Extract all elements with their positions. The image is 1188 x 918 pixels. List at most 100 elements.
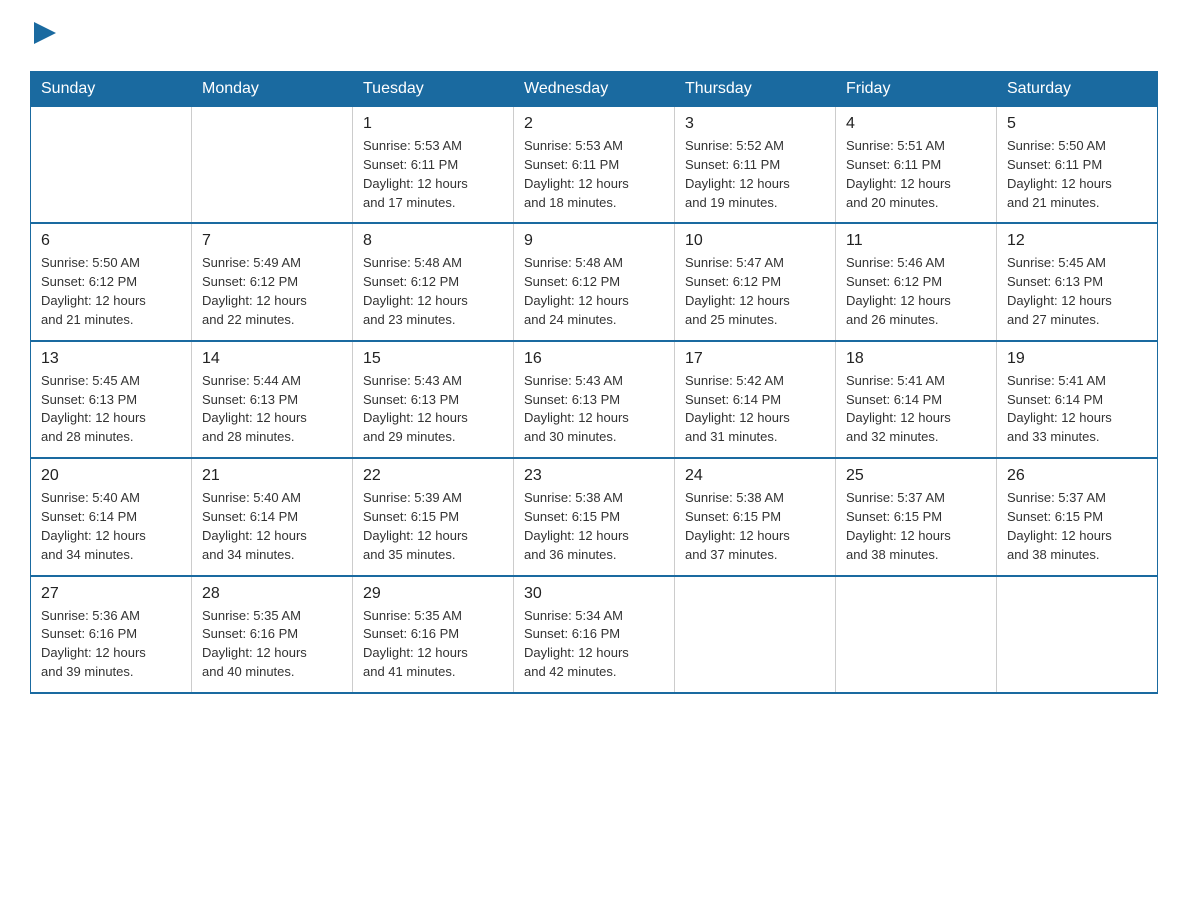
day-info: Sunrise: 5:50 AM Sunset: 6:11 PM Dayligh… (1007, 137, 1147, 212)
calendar-cell: 12 Sunrise: 5:45 AM Sunset: 6:13 PM Dayli… (997, 223, 1158, 340)
day-number: 9 (524, 232, 664, 250)
weekday-header-saturday: Saturday (997, 72, 1158, 107)
day-info: Sunrise: 5:48 AM Sunset: 6:12 PM Dayligh… (524, 254, 664, 329)
day-info: Sunrise: 5:40 AM Sunset: 6:14 PM Dayligh… (41, 489, 181, 564)
calendar-table: SundayMondayTuesdayWednesdayThursdayFrid… (30, 71, 1158, 694)
day-info: Sunrise: 5:35 AM Sunset: 6:16 PM Dayligh… (202, 607, 342, 682)
day-number: 26 (1007, 467, 1147, 485)
day-number: 17 (685, 350, 825, 368)
calendar-week-row: 6 Sunrise: 5:50 AM Sunset: 6:12 PM Daylig… (31, 223, 1158, 340)
logo (30, 20, 56, 53)
calendar-cell: 28 Sunrise: 5:35 AM Sunset: 6:16 PM Dayli… (192, 576, 353, 693)
calendar-cell: 25 Sunrise: 5:37 AM Sunset: 6:15 PM Dayli… (836, 458, 997, 575)
day-info: Sunrise: 5:53 AM Sunset: 6:11 PM Dayligh… (524, 137, 664, 212)
calendar-cell: 23 Sunrise: 5:38 AM Sunset: 6:15 PM Dayli… (514, 458, 675, 575)
day-info: Sunrise: 5:43 AM Sunset: 6:13 PM Dayligh… (524, 372, 664, 447)
calendar-cell (192, 107, 353, 224)
weekday-header-row: SundayMondayTuesdayWednesdayThursdayFrid… (31, 72, 1158, 107)
day-number: 4 (846, 115, 986, 133)
day-info: Sunrise: 5:34 AM Sunset: 6:16 PM Dayligh… (524, 607, 664, 682)
calendar-cell: 30 Sunrise: 5:34 AM Sunset: 6:16 PM Dayli… (514, 576, 675, 693)
calendar-cell: 8Sunrise: 5:48 AM Sunset: 6:12 PM Daylig… (353, 223, 514, 340)
calendar-cell: 2Sunrise: 5:53 AM Sunset: 6:11 PM Daylig… (514, 107, 675, 224)
day-number: 3 (685, 115, 825, 133)
calendar-cell: 14 Sunrise: 5:44 AM Sunset: 6:13 PM Dayli… (192, 341, 353, 458)
calendar-cell (675, 576, 836, 693)
day-number: 13 (41, 350, 181, 368)
calendar-cell: 10 Sunrise: 5:47 AM Sunset: 6:12 PM Dayli… (675, 223, 836, 340)
day-info: Sunrise: 5:41 AM Sunset: 6:14 PM Dayligh… (846, 372, 986, 447)
day-number: 29 (363, 585, 503, 603)
calendar-cell: 17 Sunrise: 5:42 AM Sunset: 6:14 PM Dayli… (675, 341, 836, 458)
calendar-cell: 24Sunrise: 5:38 AM Sunset: 6:15 PM Dayli… (675, 458, 836, 575)
day-number: 12 (1007, 232, 1147, 250)
calendar-cell: 19Sunrise: 5:41 AM Sunset: 6:14 PM Dayli… (997, 341, 1158, 458)
calendar-header: SundayMondayTuesdayWednesdayThursdayFrid… (31, 72, 1158, 107)
day-info: Sunrise: 5:46 AM Sunset: 6:12 PM Dayligh… (846, 254, 986, 329)
calendar-cell: 3 Sunrise: 5:52 AM Sunset: 6:11 PM Daylig… (675, 107, 836, 224)
calendar-cell: 6 Sunrise: 5:50 AM Sunset: 6:12 PM Daylig… (31, 223, 192, 340)
day-number: 14 (202, 350, 342, 368)
day-number: 8 (363, 232, 503, 250)
calendar-week-row: 20 Sunrise: 5:40 AM Sunset: 6:14 PM Dayli… (31, 458, 1158, 575)
day-info: Sunrise: 5:47 AM Sunset: 6:12 PM Dayligh… (685, 254, 825, 329)
day-number: 16 (524, 350, 664, 368)
calendar-week-row: 13 Sunrise: 5:45 AM Sunset: 6:13 PM Dayli… (31, 341, 1158, 458)
calendar-cell: 27 Sunrise: 5:36 AM Sunset: 6:16 PM Dayli… (31, 576, 192, 693)
day-info: Sunrise: 5:45 AM Sunset: 6:13 PM Dayligh… (41, 372, 181, 447)
weekday-header-friday: Friday (836, 72, 997, 107)
calendar-cell: 5Sunrise: 5:50 AM Sunset: 6:11 PM Daylig… (997, 107, 1158, 224)
day-number: 15 (363, 350, 503, 368)
day-number: 20 (41, 467, 181, 485)
calendar-week-row: 1Sunrise: 5:53 AM Sunset: 6:11 PM Daylig… (31, 107, 1158, 224)
calendar-cell: 4 Sunrise: 5:51 AM Sunset: 6:11 PM Daylig… (836, 107, 997, 224)
calendar-cell: 18Sunrise: 5:41 AM Sunset: 6:14 PM Dayli… (836, 341, 997, 458)
day-info: Sunrise: 5:44 AM Sunset: 6:13 PM Dayligh… (202, 372, 342, 447)
weekday-header-tuesday: Tuesday (353, 72, 514, 107)
day-info: Sunrise: 5:40 AM Sunset: 6:14 PM Dayligh… (202, 489, 342, 564)
day-info: Sunrise: 5:35 AM Sunset: 6:16 PM Dayligh… (363, 607, 503, 682)
day-number: 23 (524, 467, 664, 485)
day-number: 7 (202, 232, 342, 250)
day-number: 25 (846, 467, 986, 485)
day-info: Sunrise: 5:42 AM Sunset: 6:14 PM Dayligh… (685, 372, 825, 447)
calendar-body: 1Sunrise: 5:53 AM Sunset: 6:11 PM Daylig… (31, 107, 1158, 693)
day-number: 24 (685, 467, 825, 485)
day-info: Sunrise: 5:43 AM Sunset: 6:13 PM Dayligh… (363, 372, 503, 447)
logo-triangle-icon (34, 22, 56, 44)
day-info: Sunrise: 5:50 AM Sunset: 6:12 PM Dayligh… (41, 254, 181, 329)
weekday-header-monday: Monday (192, 72, 353, 107)
day-number: 10 (685, 232, 825, 250)
weekday-header-thursday: Thursday (675, 72, 836, 107)
day-info: Sunrise: 5:37 AM Sunset: 6:15 PM Dayligh… (1007, 489, 1147, 564)
day-number: 11 (846, 232, 986, 250)
calendar-cell (997, 576, 1158, 693)
day-info: Sunrise: 5:39 AM Sunset: 6:15 PM Dayligh… (363, 489, 503, 564)
calendar-cell: 20 Sunrise: 5:40 AM Sunset: 6:14 PM Dayli… (31, 458, 192, 575)
day-number: 22 (363, 467, 503, 485)
day-info: Sunrise: 5:41 AM Sunset: 6:14 PM Dayligh… (1007, 372, 1147, 447)
calendar-cell: 26 Sunrise: 5:37 AM Sunset: 6:15 PM Dayli… (997, 458, 1158, 575)
day-info: Sunrise: 5:45 AM Sunset: 6:13 PM Dayligh… (1007, 254, 1147, 329)
page-header (30, 20, 1158, 53)
calendar-cell: 16 Sunrise: 5:43 AM Sunset: 6:13 PM Dayli… (514, 341, 675, 458)
day-number: 27 (41, 585, 181, 603)
calendar-cell: 21Sunrise: 5:40 AM Sunset: 6:14 PM Dayli… (192, 458, 353, 575)
calendar-cell: 29 Sunrise: 5:35 AM Sunset: 6:16 PM Dayli… (353, 576, 514, 693)
day-number: 28 (202, 585, 342, 603)
calendar-week-row: 27 Sunrise: 5:36 AM Sunset: 6:16 PM Dayli… (31, 576, 1158, 693)
day-number: 30 (524, 585, 664, 603)
day-info: Sunrise: 5:49 AM Sunset: 6:12 PM Dayligh… (202, 254, 342, 329)
calendar-cell: 13 Sunrise: 5:45 AM Sunset: 6:13 PM Dayli… (31, 341, 192, 458)
calendar-cell: 11 Sunrise: 5:46 AM Sunset: 6:12 PM Dayli… (836, 223, 997, 340)
day-number: 6 (41, 232, 181, 250)
day-info: Sunrise: 5:51 AM Sunset: 6:11 PM Dayligh… (846, 137, 986, 212)
calendar-cell: 15 Sunrise: 5:43 AM Sunset: 6:13 PM Dayli… (353, 341, 514, 458)
day-info: Sunrise: 5:36 AM Sunset: 6:16 PM Dayligh… (41, 607, 181, 682)
weekday-header-wednesday: Wednesday (514, 72, 675, 107)
calendar-cell: 9 Sunrise: 5:48 AM Sunset: 6:12 PM Daylig… (514, 223, 675, 340)
day-info: Sunrise: 5:38 AM Sunset: 6:15 PM Dayligh… (524, 489, 664, 564)
day-info: Sunrise: 5:52 AM Sunset: 6:11 PM Dayligh… (685, 137, 825, 212)
calendar-cell (31, 107, 192, 224)
day-info: Sunrise: 5:37 AM Sunset: 6:15 PM Dayligh… (846, 489, 986, 564)
